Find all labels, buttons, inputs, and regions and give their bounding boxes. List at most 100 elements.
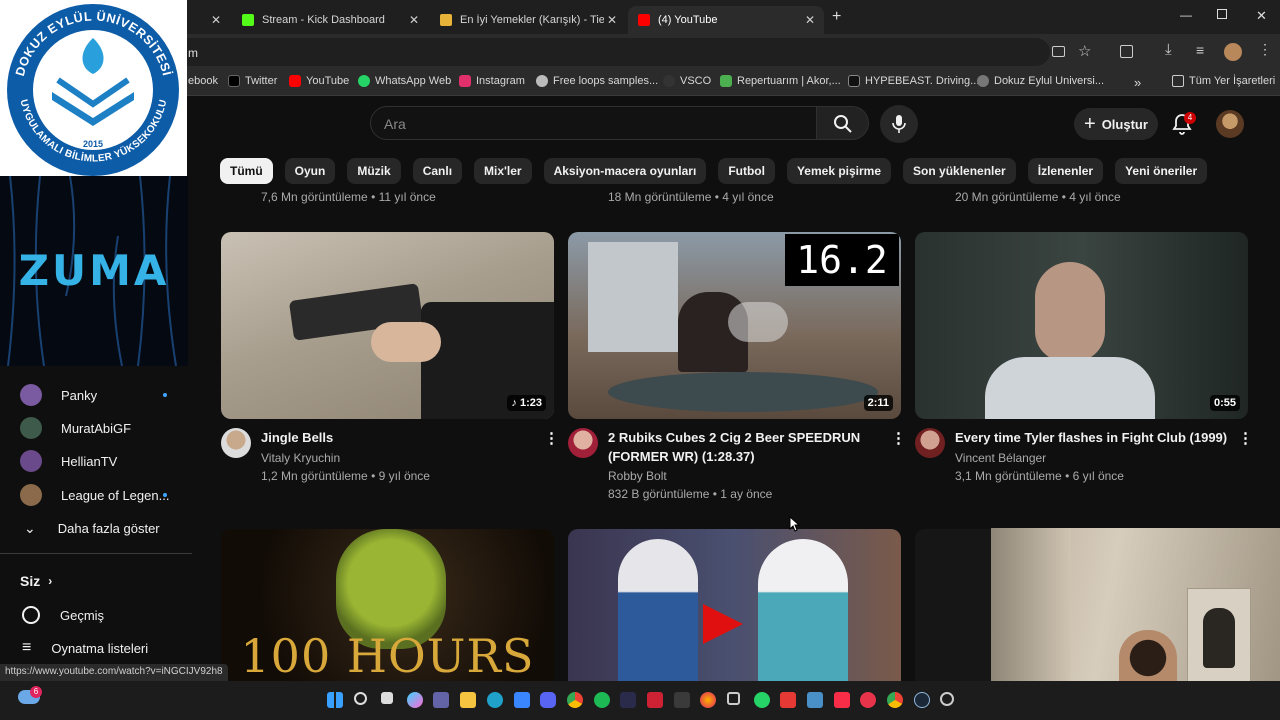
app-icon[interactable] xyxy=(860,692,876,708)
extensions-icon[interactable] xyxy=(1120,45,1133,58)
bookmark-whatsapp[interactable]: WhatsApp Web xyxy=(358,75,451,87)
video-thumbnail[interactable] xyxy=(915,529,991,689)
bookmark-hypebeast[interactable]: HYPEBEAST. Driving... xyxy=(848,75,979,87)
install-icon[interactable] xyxy=(1052,46,1065,57)
firefox-icon[interactable] xyxy=(700,692,716,708)
minimize-button[interactable]: — xyxy=(1180,8,1192,22)
sidebar-item-panky[interactable]: Panky xyxy=(0,378,190,412)
video-title[interactable]: Jingle Bells xyxy=(261,428,531,447)
close-icon[interactable]: ✕ xyxy=(406,13,422,27)
chip-mixes[interactable]: Mix'ler xyxy=(474,158,532,184)
bookmark-repertuarim[interactable]: Repertuarım | Akor,... xyxy=(720,75,841,87)
chip-football[interactable]: Futbol xyxy=(718,158,775,184)
all-bookmarks[interactable]: Tüm Yer İşaretleri xyxy=(1172,75,1275,87)
video-thumbnail[interactable]: 16.2 2:11 xyxy=(568,232,901,419)
app-icon[interactable] xyxy=(940,692,954,706)
voice-search-button[interactable] xyxy=(880,105,918,143)
new-tab-button[interactable]: + xyxy=(832,8,841,26)
close-icon[interactable]: ✕ xyxy=(208,13,224,27)
app-icon[interactable] xyxy=(647,692,663,708)
sidebar-item-muratabigf[interactable]: MuratAbiGF xyxy=(0,411,190,445)
star-icon[interactable]: ☆ xyxy=(1078,42,1091,60)
app-icon[interactable] xyxy=(807,692,823,708)
copilot-icon[interactable] xyxy=(407,692,423,708)
channel-name[interactable]: Vitaly Kryuchin xyxy=(261,451,340,465)
bookmark-facebook[interactable]: ebook xyxy=(188,75,218,87)
video-title[interactable]: 2 Rubiks Cubes 2 Cig 2 Beer SPEEDRUN (FO… xyxy=(608,428,878,466)
channel-name[interactable]: Robby Bolt xyxy=(608,469,667,483)
discord-icon[interactable] xyxy=(540,692,556,708)
store-icon[interactable] xyxy=(514,692,530,708)
steam-icon[interactable] xyxy=(914,692,930,708)
chip-all[interactable]: Tümü xyxy=(220,158,273,184)
close-window-button[interactable]: ✕ xyxy=(1256,8,1267,24)
teams-icon[interactable] xyxy=(433,692,449,708)
video-title[interactable]: Every time Tyler flashes in Fight Club (… xyxy=(955,428,1230,447)
task-view-icon[interactable] xyxy=(381,692,393,704)
video-thumbnail[interactable]: 0:55 xyxy=(915,232,1248,419)
more-options-icon[interactable]: ⋮ xyxy=(544,431,559,447)
bookmark-instagram[interactable]: Instagram xyxy=(459,75,525,87)
close-icon[interactable]: ✕ xyxy=(802,13,818,27)
restore-button[interactable] xyxy=(1217,9,1227,19)
sidebar-item-label: MuratAbiGF xyxy=(61,420,132,436)
more-options-icon[interactable]: ⋮ xyxy=(1238,431,1253,447)
menu-icon[interactable]: ⋮ xyxy=(1258,41,1272,58)
chip-games[interactable]: Oyun xyxy=(284,158,336,184)
chip-recently-uploaded[interactable]: Son yüklenenler xyxy=(903,158,1016,184)
whatsapp-icon[interactable] xyxy=(754,692,770,708)
file-explorer-icon[interactable] xyxy=(460,692,476,708)
channel-avatar[interactable] xyxy=(568,428,598,458)
channel-avatar[interactable] xyxy=(915,428,945,458)
sidebar-item-helliantv[interactable]: HellianTV xyxy=(0,444,190,478)
bookmark-youtube[interactable]: YouTube xyxy=(289,75,349,87)
chip-watched[interactable]: İzlenenler xyxy=(1027,158,1104,184)
create-button[interactable]: + Oluştur xyxy=(1074,108,1158,140)
video-thumbnail[interactable]: 100 HOURS xyxy=(221,529,554,689)
sidebar-item-playlists[interactable]: ≡ Oynatma listeleri xyxy=(0,631,190,665)
search-icon[interactable] xyxy=(354,692,367,705)
spotify-icon[interactable] xyxy=(594,692,610,708)
sidebar-item-league-of-legends[interactable]: League of Legen... xyxy=(0,478,190,512)
chip-live[interactable]: Canlı xyxy=(412,158,463,184)
sidebar-item-you[interactable]: Siz › xyxy=(0,564,190,598)
tab-youtube[interactable]: (4) YouTube ✕ xyxy=(628,6,824,34)
address-bar[interactable] xyxy=(150,38,1050,66)
bookmarks-overflow-button[interactable]: » xyxy=(1134,75,1141,90)
tab-kick-dashboard[interactable]: Stream - Kick Dashboard ✕ xyxy=(232,6,428,34)
mouse-cursor-icon xyxy=(789,516,801,532)
app-icon[interactable] xyxy=(727,692,740,705)
app-icon[interactable] xyxy=(674,692,690,708)
chip-music[interactable]: Müzik xyxy=(347,158,401,184)
tab-tier-list[interactable]: En İyi Yemekler (Karışık) - Tier L ✕ xyxy=(430,6,626,34)
search-button[interactable] xyxy=(817,106,869,140)
download-icon[interactable]: ⤓ xyxy=(1165,41,1172,58)
chip-action-adventure[interactable]: Aksiyon-macera oyunları xyxy=(543,158,707,184)
close-icon[interactable]: ✕ xyxy=(604,13,620,27)
channel-name[interactable]: Vincent Bélanger xyxy=(955,451,1046,465)
bookmark-vsco[interactable]: VSCO xyxy=(663,75,711,87)
profile-avatar[interactable] xyxy=(1224,43,1242,61)
app-icon[interactable] xyxy=(780,692,796,708)
windows-start-icon[interactable] xyxy=(327,692,343,708)
vsco-icon xyxy=(663,75,675,87)
video-thumbnail[interactable] xyxy=(568,529,901,689)
chip-cooking[interactable]: Yemek pişirme xyxy=(786,158,892,184)
account-avatar[interactable] xyxy=(1216,110,1244,138)
sidebar-item-history[interactable]: Geçmiş xyxy=(0,598,190,632)
edge-icon[interactable] xyxy=(487,692,503,708)
search-input[interactable]: Ara xyxy=(370,106,817,140)
bookmark-twitter[interactable]: Twitter xyxy=(228,75,277,87)
channel-avatar[interactable] xyxy=(221,428,251,458)
chip-new-to-you[interactable]: Yeni öneriler xyxy=(1115,158,1208,184)
video-thumbnail[interactable]: ♪ 1:23 xyxy=(221,232,554,419)
more-options-icon[interactable]: ⋮ xyxy=(891,431,906,447)
chrome-icon[interactable] xyxy=(567,692,583,708)
bookmark-dokuz-eylul[interactable]: Dokuz Eylul Universi... xyxy=(977,75,1104,87)
show-more-button[interactable]: ⌄ Daha fazla göster xyxy=(0,511,190,545)
media-icon[interactable]: ≡ xyxy=(1196,42,1204,58)
music-icon[interactable] xyxy=(834,692,850,708)
chrome-icon[interactable] xyxy=(887,692,903,708)
app-icon[interactable] xyxy=(620,692,636,708)
bookmark-free-loops[interactable]: Free loops samples... xyxy=(536,75,658,87)
